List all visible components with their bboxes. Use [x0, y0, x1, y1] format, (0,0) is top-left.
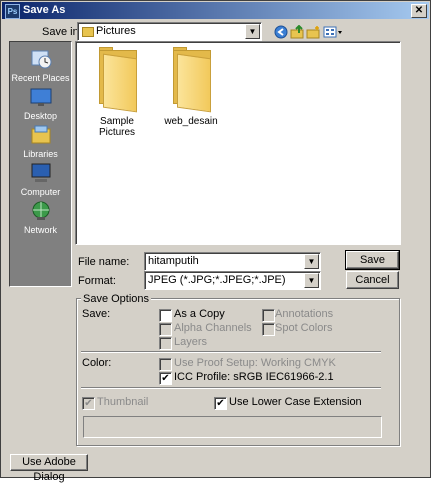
new-folder-icon[interactable]	[306, 24, 321, 39]
place-desktop[interactable]: Desktop	[10, 86, 71, 121]
folder-icon	[82, 27, 94, 37]
file-name-label: web_desain	[164, 116, 218, 127]
divider	[81, 387, 381, 389]
alpha-channels-label: Alpha Channels	[174, 322, 252, 334]
save-in-value: Pictures	[96, 25, 136, 37]
format-value: JPEG (*.JPG;*.JPEG;*.JPE)	[148, 274, 286, 286]
back-icon[interactable]	[273, 24, 288, 39]
cancel-button[interactable]: Cancel	[346, 271, 399, 289]
chevron-down-icon[interactable]: ▼	[245, 24, 260, 39]
place-label: Computer	[20, 187, 61, 197]
place-label: Libraries	[23, 149, 58, 159]
use-adobe-dialog-button[interactable]: Use Adobe Dialog	[10, 454, 88, 483]
use-proof-setup-label: Use Proof Setup: Working CMYK	[174, 357, 336, 369]
save-label: Save:	[82, 308, 111, 320]
folder-item-sample-pictures[interactable]: Sample Pictures	[82, 47, 152, 138]
place-label: Recent Places	[11, 73, 70, 83]
place-network[interactable]: Network	[10, 200, 71, 235]
chevron-down-icon[interactable]: ▼	[304, 254, 319, 269]
spot-colors-label: Spot Colors	[275, 322, 333, 334]
lower-case-extension-checkbox[interactable]: ✔	[214, 397, 227, 410]
places-bar: Recent Places Desktop Libraries Computer…	[9, 41, 72, 287]
save-in-label: Save in:	[42, 26, 82, 38]
file-name-label: File name:	[78, 256, 130, 268]
save-button[interactable]: Save	[345, 250, 400, 270]
layers-label: Layers	[174, 336, 208, 348]
description-box	[83, 416, 382, 438]
format-dropdown[interactable]: JPEG (*.JPG;*.JPEG;*.JPE) ▼	[144, 271, 321, 290]
as-a-copy-label: As a Copy	[174, 308, 225, 320]
icc-profile-checkbox[interactable]: ✔	[159, 372, 172, 385]
up-folder-icon[interactable]	[290, 24, 305, 39]
save-as-dialog: Ps Save As ✕ Save in: Pictures ▼ Recent …	[0, 0, 431, 483]
spot-colors-checkbox[interactable]	[262, 323, 275, 336]
layers-checkbox[interactable]	[159, 337, 172, 350]
thumbnail-label: Thumbnail	[97, 396, 149, 408]
file-name-label: Sample Pictures	[98, 116, 136, 138]
as-a-copy-checkbox[interactable]	[159, 309, 172, 322]
save-options-title: Save Options	[81, 293, 152, 305]
folder-item-web-desain[interactable]: web_desain	[156, 47, 226, 127]
place-label: Network	[23, 225, 57, 235]
annotations-label: Annotations	[275, 308, 334, 320]
views-menu-icon[interactable]	[323, 24, 343, 39]
close-button[interactable]: ✕	[411, 4, 427, 18]
computer-icon	[10, 162, 71, 186]
desktop-icon	[10, 86, 71, 110]
thumbnail-checkbox[interactable]: ✔	[82, 397, 95, 410]
icc-profile-label: ICC Profile: sRGB IEC61966-2.1	[174, 371, 334, 383]
place-label: Desktop	[23, 111, 58, 121]
network-icon	[10, 200, 71, 224]
color-label: Color:	[82, 357, 112, 369]
alpha-channels-checkbox[interactable]	[159, 323, 172, 336]
photoshop-app-icon: Ps	[5, 4, 20, 19]
divider	[81, 351, 381, 353]
place-computer[interactable]: Computer	[10, 162, 71, 197]
place-recent-places[interactable]: Recent Places	[10, 48, 71, 83]
file-name-value: hitamputih	[148, 255, 199, 267]
window-title: Save As	[23, 4, 66, 16]
recent-places-icon	[10, 48, 71, 72]
lower-case-extension-label: Use Lower Case Extension	[229, 396, 362, 408]
folder-icon	[95, 47, 139, 113]
annotations-checkbox[interactable]	[262, 309, 275, 322]
save-in-dropdown[interactable]: Pictures ▼	[77, 22, 262, 41]
place-libraries[interactable]: Libraries	[10, 124, 71, 159]
libraries-icon	[10, 124, 71, 148]
chevron-down-icon[interactable]: ▼	[304, 273, 319, 288]
folder-icon	[169, 47, 213, 113]
format-label: Format:	[78, 275, 116, 287]
file-name-input[interactable]: hitamputih ▼	[144, 252, 321, 271]
title-bar: Ps Save As ✕	[2, 2, 429, 19]
use-proof-setup-checkbox[interactable]	[159, 358, 172, 371]
file-list[interactable]: Sample Pictures web_desain	[75, 41, 401, 245]
